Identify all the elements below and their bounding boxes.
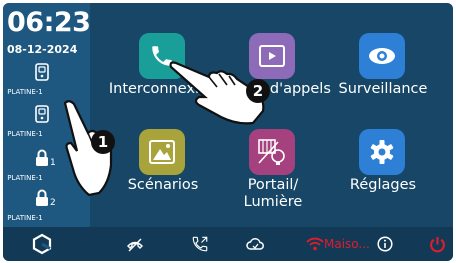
platine-item-1[interactable]: PLATINE-1 <box>3 63 90 103</box>
platine-number: 2 <box>50 198 56 208</box>
hangup-icon[interactable] <box>123 227 147 261</box>
tile-scenarios[interactable]: Scénarios <box>108 129 218 229</box>
wifi-label: Maiso... <box>324 237 370 251</box>
wifi-icon <box>306 237 324 251</box>
clock-date: 08-12-2024 <box>7 43 78 56</box>
platine-label: PLATINE-1 <box>7 214 43 222</box>
logo-icon <box>29 227 55 261</box>
wifi-status[interactable]: Maiso... <box>306 227 374 261</box>
tile-reglages[interactable]: Réglages <box>328 129 438 229</box>
lock-icon <box>36 189 48 206</box>
platine-label: PLATINE-1 <box>7 88 43 96</box>
tile-label: Surveillance <box>338 81 428 97</box>
step-badge-2: 2 <box>246 79 270 103</box>
gate-bulb-icon <box>249 129 295 175</box>
tile-surveillance[interactable]: Surveillance <box>328 33 438 133</box>
tile-label: Réglages <box>349 177 417 193</box>
call-forward-icon[interactable] <box>188 227 212 261</box>
cloud-icon[interactable] <box>243 227 267 261</box>
gear-icon <box>359 129 405 175</box>
lock-icon <box>36 149 48 166</box>
step-badge-1: 1 <box>91 130 115 154</box>
tile-portail[interactable]: Portail/ Lumière <box>218 129 328 229</box>
platine-number: 1 <box>50 158 56 168</box>
power-icon[interactable] <box>427 227 447 261</box>
platine-label: PLATINE-1 <box>7 130 43 138</box>
info-icon[interactable] <box>375 227 395 261</box>
door-station-icon <box>35 63 49 81</box>
platine-label: PLATINE-1 <box>7 174 43 182</box>
intercom-screen: 06:23 08-12-2024 PLATINE-1 PLATINE-1 1 P… <box>3 3 453 261</box>
door-station-icon <box>35 105 49 123</box>
mountain-icon <box>139 129 185 175</box>
bottom-bar: Maiso... <box>3 227 453 261</box>
eye-icon <box>359 33 405 79</box>
main-menu: Interconnexion Journal d'appels Surveill… <box>90 3 453 227</box>
clock-time: 06:23 <box>7 7 91 38</box>
